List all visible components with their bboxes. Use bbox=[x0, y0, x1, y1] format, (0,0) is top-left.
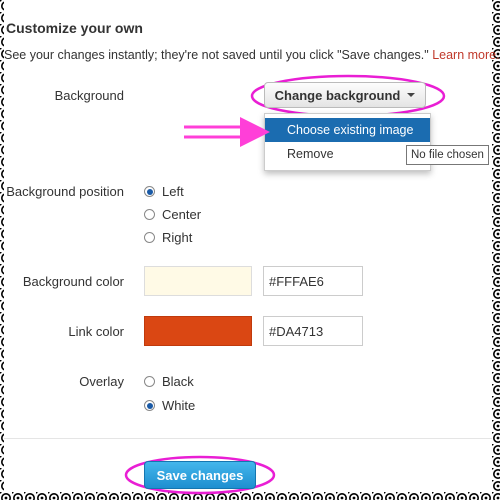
link-color-label: Link color bbox=[68, 324, 124, 339]
learn-more-link[interactable]: Learn more. bbox=[432, 48, 499, 62]
save-changes-button[interactable]: Save changes bbox=[144, 461, 256, 489]
radio-right-label: Right bbox=[162, 230, 193, 245]
divider bbox=[4, 438, 492, 439]
chevron-down-icon bbox=[407, 93, 416, 97]
change-background-button[interactable]: Change background bbox=[264, 82, 426, 108]
background-label: Background bbox=[54, 88, 124, 103]
instruction-note: See your changes instantly; they're not … bbox=[4, 48, 429, 62]
link-color-input[interactable]: #DA4713 bbox=[263, 316, 363, 346]
radio-left-label: Left bbox=[162, 184, 184, 199]
radio-center-label: Center bbox=[162, 207, 202, 222]
change-background-label: Change background bbox=[274, 87, 401, 103]
pointer-arrow-icon bbox=[184, 117, 270, 147]
background-color-swatch[interactable] bbox=[144, 266, 252, 296]
menu-item-choose-existing-image[interactable]: Choose existing image bbox=[265, 118, 430, 142]
radio-right[interactable] bbox=[144, 232, 155, 243]
radio-white[interactable] bbox=[144, 400, 155, 411]
position-option-left[interactable]: Left bbox=[144, 184, 184, 199]
radio-center[interactable] bbox=[144, 209, 155, 220]
background-color-input[interactable]: #FFFAE6 bbox=[263, 266, 363, 296]
background-position-label: Background position bbox=[6, 184, 124, 199]
radio-black[interactable] bbox=[144, 376, 155, 387]
overlay-label: Overlay bbox=[79, 374, 124, 389]
overlay-option-white[interactable]: White bbox=[144, 398, 195, 413]
overlay-option-black[interactable]: Black bbox=[144, 374, 194, 389]
section-title: Customize your own bbox=[6, 20, 143, 36]
link-color-swatch[interactable] bbox=[144, 316, 252, 346]
file-tooltip: No file chosen bbox=[406, 145, 489, 165]
position-option-right[interactable]: Right bbox=[144, 230, 192, 245]
instruction-text: See your changes instantly; they're not … bbox=[4, 48, 500, 62]
radio-left[interactable] bbox=[144, 186, 155, 197]
position-option-center[interactable]: Center bbox=[144, 207, 201, 222]
radio-white-label: White bbox=[162, 398, 196, 413]
radio-black-label: Black bbox=[162, 374, 194, 389]
background-color-label: Background color bbox=[22, 274, 124, 289]
